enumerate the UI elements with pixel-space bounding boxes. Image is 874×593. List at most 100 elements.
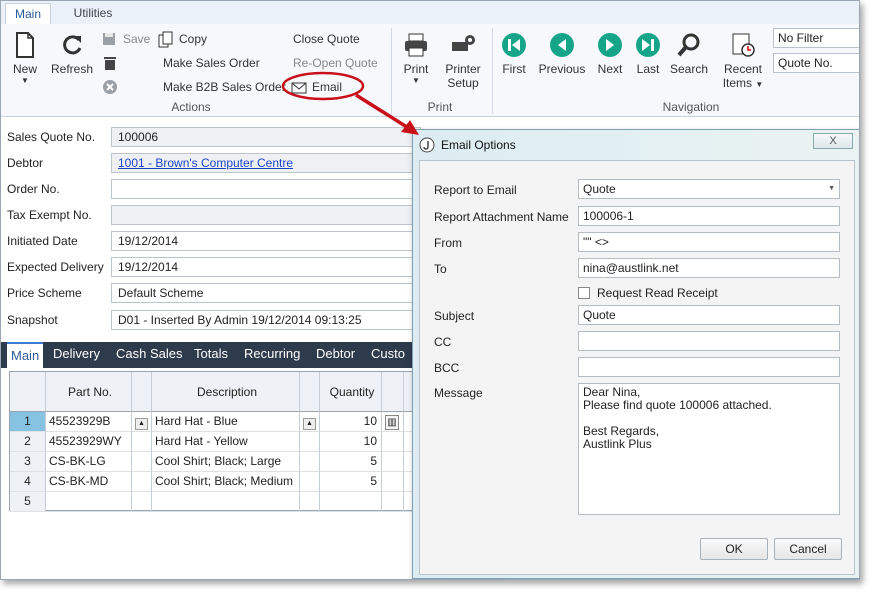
tab-delivery[interactable]: Delivery [53, 346, 100, 361]
copy-button[interactable]: Copy [179, 32, 207, 46]
lookup-up-arrow-icon[interactable]: ▲ [303, 418, 316, 430]
row-action-cell[interactable] [382, 472, 404, 492]
tab-custom[interactable]: Custo [371, 346, 405, 361]
row-action-cell[interactable]: ▥ [382, 412, 404, 432]
tab-cash-sales[interactable]: Cash Sales [116, 346, 182, 361]
quantity-cell[interactable]: 5 [320, 472, 382, 492]
debtor-link[interactable]: 1001 - Brown's Computer Centre [118, 156, 293, 170]
quantity-cell[interactable] [320, 492, 382, 512]
expected-delivery-field[interactable]: 19/12/2014 [111, 257, 421, 277]
dialog-title-bar[interactable]: Email Options X [413, 130, 859, 158]
save-button[interactable]: Save [123, 32, 150, 46]
previous-button[interactable]: Previous [537, 32, 587, 76]
next-button[interactable]: Next [593, 32, 627, 76]
description-lookup-cell[interactable] [300, 432, 320, 452]
row-action-cell[interactable] [382, 432, 404, 452]
description-lookup-cell[interactable] [300, 452, 320, 472]
row-action-cell[interactable] [382, 492, 404, 512]
ok-button[interactable]: OK [700, 538, 768, 560]
description-lookup-cell[interactable] [300, 492, 320, 512]
description-cell[interactable]: Cool Shirt; Black; Medium [152, 472, 300, 492]
column-header-description[interactable]: Description [152, 372, 300, 412]
description-cell[interactable] [152, 492, 300, 512]
row-number[interactable]: 3 [10, 452, 46, 472]
subject-input[interactable]: Quote [578, 305, 840, 325]
printer-setup-button[interactable]: Printer Setup [443, 32, 483, 90]
make-sales-order-button[interactable]: Make Sales Order [163, 56, 260, 70]
make-b2b-sales-order-button[interactable]: Make B2B Sales Order [163, 80, 286, 94]
last-label: Last [636, 62, 660, 76]
cancel-button[interactable]: Cancel [774, 538, 842, 560]
tax-exempt-no-field[interactable] [111, 205, 421, 225]
price-scheme-field[interactable]: Default Scheme [111, 283, 421, 303]
row-action-cell[interactable] [382, 452, 404, 472]
lookup-up-arrow-icon[interactable]: ▲ [135, 418, 148, 430]
bcc-input[interactable] [578, 357, 840, 377]
from-input[interactable]: "" <> [578, 232, 840, 252]
report-to-email-select[interactable]: Quote ▼ [578, 179, 840, 199]
line-items-grid[interactable]: Part No. Description Quantity 1 45523929B… [9, 371, 419, 512]
delete-row-icon[interactable]: ▥ [385, 415, 399, 430]
part-no-cell[interactable] [46, 492, 132, 512]
column-header-quantity[interactable]: Quantity [320, 372, 382, 412]
last-button[interactable]: Last [631, 32, 665, 76]
part-lookup-cell[interactable] [132, 432, 152, 452]
part-no-cell[interactable]: CS-BK-MD [46, 472, 132, 492]
part-lookup-cell[interactable] [132, 472, 152, 492]
tab-utilities[interactable]: Utilities [65, 3, 121, 25]
part-lookup-cell[interactable] [132, 492, 152, 512]
part-no-cell[interactable]: 45523929B [46, 412, 132, 432]
message-textarea[interactable]: Dear Nina, Please find quote 100006 atta… [578, 383, 840, 515]
to-input[interactable]: nina@austlink.net [578, 258, 840, 278]
quantity-cell[interactable]: 5 [320, 452, 382, 472]
attachment-name-input[interactable]: 100006-1 [578, 206, 840, 226]
tab-totals[interactable]: Totals [194, 346, 228, 361]
grid-corner[interactable] [10, 372, 46, 412]
print-button[interactable]: Print ▼ [399, 32, 433, 86]
search-button[interactable]: Search [669, 32, 709, 76]
description-cell[interactable]: Hard Hat - Blue [152, 412, 300, 432]
new-button[interactable]: New ▼ [9, 32, 41, 86]
row-number[interactable]: 4 [10, 472, 46, 492]
cc-input[interactable] [578, 331, 840, 351]
row-number[interactable]: 1 [10, 412, 46, 432]
recent-items-label-1: Recent [723, 62, 763, 76]
close-button[interactable]: X [813, 133, 853, 149]
snapshot-field[interactable]: D01 - Inserted By Admin 19/12/2014 09:13… [111, 310, 421, 330]
description-cell[interactable]: Cool Shirt; Black; Large [152, 452, 300, 472]
description-cell[interactable]: Hard Hat - Yellow [152, 432, 300, 452]
tab-main-detail[interactable]: Main [7, 342, 44, 368]
tab-main[interactable]: Main [5, 3, 51, 25]
read-receipt-checkbox[interactable] [578, 287, 590, 299]
order-no-label: Order No. [7, 182, 60, 196]
from-label: From [434, 236, 462, 250]
part-no-cell[interactable]: 45523929WY [46, 432, 132, 452]
sort-select[interactable]: Quote No. [773, 53, 859, 73]
email-button[interactable]: Email [312, 80, 342, 94]
part-no-cell[interactable]: CS-BK-LG [46, 452, 132, 472]
filter-select[interactable]: No Filter [773, 28, 859, 48]
column-header-part-no[interactable]: Part No. [46, 372, 132, 412]
tab-debtor[interactable]: Debtor [316, 346, 355, 361]
column-header-blank [300, 372, 320, 412]
first-button[interactable]: First [497, 32, 531, 76]
row-number[interactable]: 5 [10, 492, 46, 512]
debtor-field[interactable]: 1001 - Brown's Computer Centre [111, 153, 421, 173]
tab-recurring[interactable]: Recurring [244, 346, 300, 361]
quantity-cell[interactable]: 10 [320, 432, 382, 452]
description-lookup-cell[interactable]: ▲ [300, 412, 320, 432]
quantity-cell[interactable]: 10 [320, 412, 382, 432]
part-lookup-cell[interactable]: ▲ [132, 412, 152, 432]
cancel-icon[interactable] [102, 79, 118, 95]
refresh-button[interactable]: Refresh [51, 32, 93, 76]
delete-icon[interactable] [103, 56, 117, 71]
row-number[interactable]: 2 [10, 432, 46, 452]
description-lookup-cell[interactable] [300, 472, 320, 492]
recent-items-button[interactable]: Recent Items ▼ [721, 32, 765, 90]
sales-quote-no-field[interactable]: 100006 [111, 127, 421, 147]
reopen-quote-button[interactable]: Re-Open Quote [293, 56, 378, 70]
part-lookup-cell[interactable] [132, 452, 152, 472]
initiated-date-field[interactable]: 19/12/2014 [111, 231, 421, 251]
close-quote-button[interactable]: Close Quote [293, 32, 360, 46]
order-no-field[interactable] [111, 179, 421, 199]
